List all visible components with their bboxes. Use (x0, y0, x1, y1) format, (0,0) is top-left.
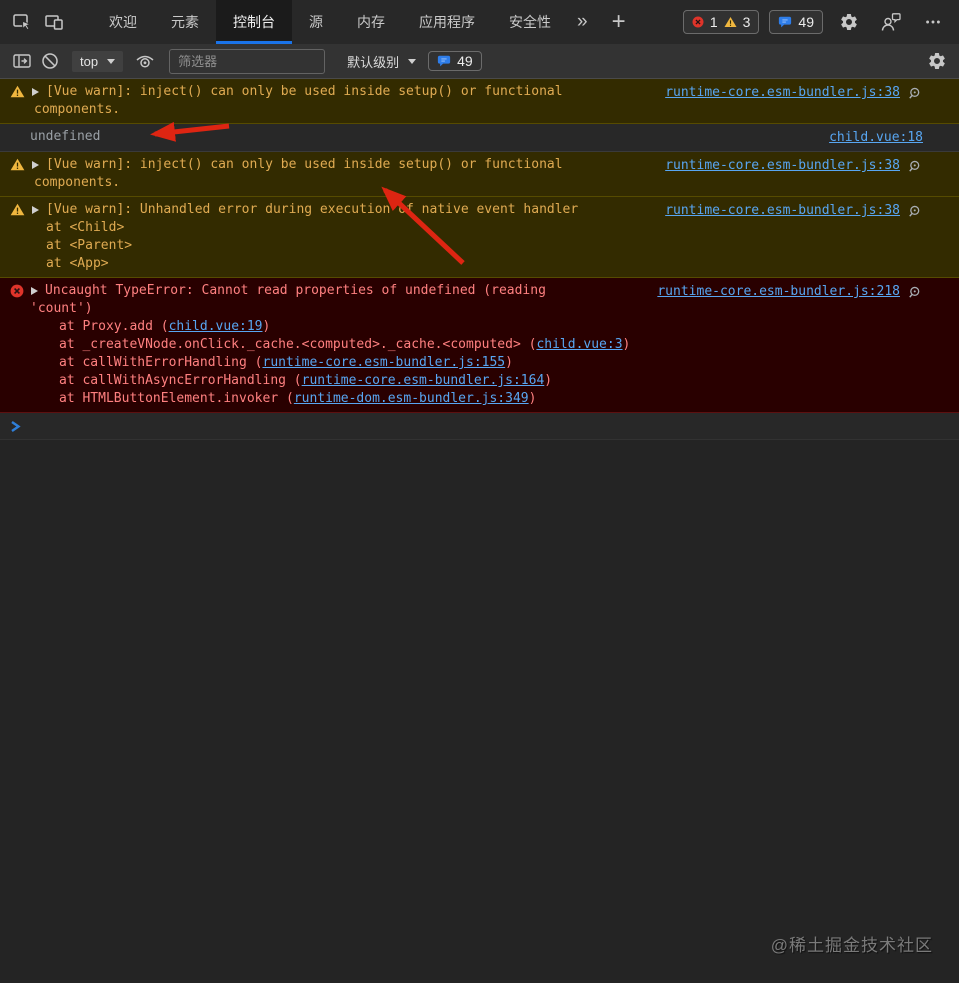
console-message-warning-1: [Vue warn]: inject() can only be used in… (0, 79, 959, 124)
warning-icon (10, 203, 25, 216)
warning-icon (10, 158, 25, 171)
source-link[interactable]: runtime-core.esm-bundler.js:38 (665, 84, 900, 102)
source-link[interactable]: child.vue:18 (829, 129, 923, 147)
filter-input[interactable] (169, 48, 326, 74)
watermark: @稀土掘金技术社区 (770, 936, 933, 955)
console-messages: [Vue warn]: inject() can only be used in… (0, 79, 959, 440)
source-link[interactable]: runtime-dom.esm-bundler.js:349 (294, 391, 529, 406)
message-text: [Vue warn]: inject() can only be used in… (34, 84, 563, 117)
log-level-label: 默认级别 (347, 54, 400, 70)
devtools-window: 欢迎 元素 控制台 源 内存 应用程序 安全性 » + 1 3 49 top 筛… (0, 0, 959, 983)
magnifier-icon[interactable] (908, 86, 923, 101)
error-icon (10, 284, 24, 298)
source-link[interactable]: child.vue:19 (169, 319, 263, 334)
source-link[interactable]: runtime-core.esm-bundler.js:218 (657, 283, 900, 301)
chevron-down-icon (107, 58, 116, 64)
messages-badge[interactable]: 49 (769, 10, 823, 34)
expand-triangle-icon[interactable] (32, 88, 39, 96)
warning-count: 3 (742, 14, 751, 30)
tab-welcome[interactable]: 欢迎 (92, 0, 154, 44)
tab-application[interactable]: 应用程序 (402, 0, 492, 44)
tabbar-right-cluster: 1 3 49 (682, 0, 959, 44)
tab-memory[interactable]: 内存 (340, 0, 402, 44)
feedback-person-icon[interactable] (875, 12, 907, 32)
message-text: [Vue warn]: inject() can only be used in… (34, 157, 563, 190)
context-selector-label: top (80, 53, 99, 69)
stack-line: at HTMLButtonElement.invoker (runtime-do… (59, 391, 537, 406)
message-text: Uncaught TypeError: Cannot read properti… (30, 283, 631, 406)
log-level-selector[interactable]: 默认级别 (347, 52, 417, 71)
stack-line: at <Child> (46, 220, 125, 235)
source-link[interactable]: runtime-core.esm-bundler.js:38 (665, 157, 900, 175)
expand-triangle-icon[interactable] (31, 287, 38, 295)
stack-line: at <App> (46, 256, 109, 271)
more-tabs-icon[interactable]: » (568, 0, 597, 44)
chevron-down-icon (408, 58, 417, 64)
source-link[interactable]: runtime-core.esm-bundler.js:38 (665, 202, 900, 220)
toolbar-message-count: 49 (457, 53, 473, 69)
expand-triangle-icon[interactable] (32, 161, 39, 169)
message-text: [Vue warn]: Unhandled error during execu… (46, 202, 579, 271)
console-prompt[interactable] (0, 413, 959, 440)
prompt-chevron-icon (11, 420, 21, 432)
console-sidebar-icon[interactable] (8, 51, 36, 71)
console-settings-gear-icon[interactable] (923, 51, 951, 71)
tab-security[interactable]: 安全性 (492, 0, 568, 44)
source-link[interactable]: runtime-core.esm-bundler.js:155 (263, 355, 506, 370)
tab-console[interactable]: 控制台 (216, 0, 292, 44)
log-value: undefined (30, 129, 101, 144)
tab-elements[interactable]: 元素 (154, 0, 216, 44)
console-log-undefined: undefined child.vue:18 (0, 124, 959, 152)
magnifier-icon[interactable] (908, 204, 923, 219)
stack-line: at <Parent> (46, 238, 133, 253)
stack-line: at _createVNode.onClick._cache.<computed… (59, 337, 631, 352)
source-link[interactable]: runtime-core.esm-bundler.js:164 (302, 373, 545, 388)
message-bubble-icon (437, 54, 451, 68)
settings-gear-icon[interactable] (833, 12, 865, 32)
tab-sources[interactable]: 源 (292, 0, 340, 44)
warning-icon (724, 16, 737, 28)
toolbar-messages-badge[interactable]: 49 (428, 51, 482, 71)
clear-console-icon[interactable] (36, 51, 64, 71)
context-selector[interactable]: top (72, 50, 124, 72)
device-toolbar-icon[interactable] (38, 0, 70, 44)
message-count: 49 (798, 14, 814, 30)
expand-triangle-icon[interactable] (32, 206, 39, 214)
magnifier-icon[interactable] (908, 159, 923, 174)
stack-line: at callWithErrorHandling (runtime-core.e… (59, 355, 513, 370)
console-toolbar: top 默认级别 49 (0, 44, 959, 79)
error-icon (692, 16, 704, 28)
inspect-element-icon[interactable] (6, 0, 38, 44)
console-message-warning-3: [Vue warn]: Unhandled error during execu… (0, 197, 959, 278)
magnifier-icon[interactable] (908, 285, 923, 300)
console-message-error: Uncaught TypeError: Cannot read properti… (0, 278, 959, 413)
console-message-warning-2: [Vue warn]: inject() can only be used in… (0, 152, 959, 197)
errors-warnings-badge[interactable]: 1 3 (682, 10, 760, 34)
stack-line: at Proxy.add (child.vue:19) (59, 319, 271, 334)
tab-strip: 欢迎 元素 控制台 源 内存 应用程序 安全性 (92, 0, 568, 44)
live-expression-eye-icon[interactable] (131, 52, 159, 70)
warning-icon (10, 85, 25, 98)
message-bubble-icon (778, 15, 792, 29)
error-count: 1 (709, 14, 718, 30)
devtools-tabbar: 欢迎 元素 控制台 源 内存 应用程序 安全性 » + 1 3 49 (0, 0, 959, 44)
stack-line: at callWithAsyncErrorHandling (runtime-c… (59, 373, 553, 388)
add-tool-icon[interactable]: + (603, 0, 635, 44)
more-options-icon[interactable] (917, 13, 949, 31)
source-link[interactable]: child.vue:3 (536, 337, 622, 352)
